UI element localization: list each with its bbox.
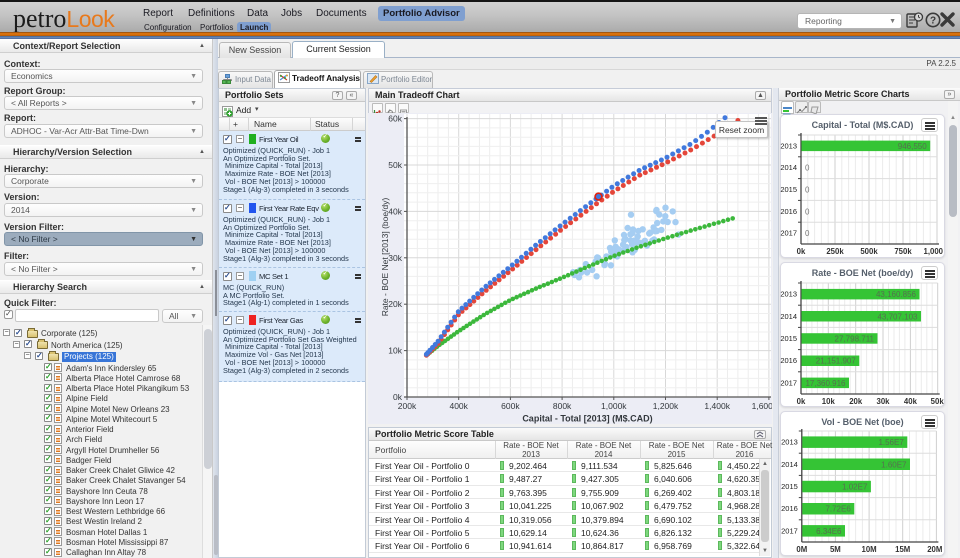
svg-text:1,000k: 1,000k [601, 401, 627, 411]
svg-text:600k: 600k [501, 401, 520, 411]
svg-text:10M: 10M [862, 545, 877, 554]
svg-text:40k: 40k [904, 397, 918, 406]
svg-text:2016: 2016 [780, 356, 797, 365]
svg-text:2014: 2014 [780, 312, 797, 321]
svg-text:21,151.907: 21,151.907 [816, 357, 857, 366]
svg-text:30k: 30k [388, 253, 402, 263]
svg-text:2013: 2013 [780, 141, 797, 150]
svg-text:15M: 15M [895, 545, 910, 554]
svg-text:1,000: 1,000 [923, 247, 943, 256]
svg-text:1.02E7: 1.02E7 [842, 483, 868, 492]
svg-text:?: ? [930, 16, 936, 27]
svg-text:2015: 2015 [780, 334, 797, 343]
svg-text:2017: 2017 [781, 526, 798, 535]
svg-text:0: 0 [805, 229, 810, 238]
svg-text:5M: 5M [830, 545, 841, 554]
svg-text:1,200k: 1,200k [653, 401, 679, 411]
svg-text:60k: 60k [388, 114, 402, 124]
svg-text:43,707.103: 43,707.103 [877, 312, 918, 321]
svg-text:0k: 0k [797, 397, 806, 406]
svg-text:0M: 0M [796, 545, 807, 554]
svg-text:1,400k: 1,400k [704, 401, 730, 411]
svg-text:1,600: 1,600 [752, 401, 772, 411]
svg-text:20k: 20k [849, 397, 863, 406]
svg-text:30k: 30k [876, 397, 890, 406]
svg-text:946,550: 946,550 [898, 142, 927, 151]
svg-text:750k: 750k [894, 247, 912, 256]
svg-text:1.56E7: 1.56E7 [878, 438, 904, 447]
svg-text:200k: 200k [398, 401, 417, 411]
svg-text:2014: 2014 [781, 460, 798, 469]
svg-text:2014: 2014 [780, 163, 797, 172]
svg-text:2015: 2015 [781, 482, 798, 491]
svg-text:43,160.856: 43,160.856 [876, 290, 917, 299]
svg-text:0k: 0k [797, 247, 806, 256]
svg-text:50k: 50k [931, 397, 944, 406]
svg-text:20M: 20M [927, 545, 942, 554]
svg-text:20k: 20k [388, 299, 402, 309]
svg-text:Rate - BOE Net [2013] (boe/dy): Rate - BOE Net [2013] (boe/dy) [380, 198, 390, 317]
svg-text:2015: 2015 [780, 185, 797, 194]
svg-text:10k: 10k [388, 346, 402, 356]
svg-text:400k: 400k [449, 401, 468, 411]
svg-text:0: 0 [805, 186, 810, 195]
svg-text:2017: 2017 [780, 229, 797, 238]
svg-text:50k: 50k [388, 160, 402, 170]
svg-text:0: 0 [805, 207, 810, 216]
svg-text:0: 0 [805, 164, 810, 173]
svg-text:10k: 10k [822, 397, 836, 406]
svg-text:6.34E6: 6.34E6 [816, 527, 842, 536]
svg-text:250k: 250k [826, 247, 844, 256]
svg-text:800k: 800k [553, 401, 572, 411]
svg-text:500k: 500k [860, 247, 878, 256]
svg-text:2016: 2016 [781, 504, 798, 513]
svg-text:27,798.711: 27,798.711 [835, 335, 875, 344]
svg-text:Capital - Total [2013] (M$.CAD: Capital - Total [2013] (M$.CAD) [522, 414, 652, 424]
svg-text:2017: 2017 [780, 378, 797, 387]
svg-text:17,360.916: 17,360.916 [805, 379, 846, 388]
svg-text:40k: 40k [388, 206, 402, 216]
svg-text:1.60E7: 1.60E7 [881, 460, 907, 469]
svg-text:7.72E6: 7.72E6 [825, 505, 851, 514]
svg-text:2016: 2016 [780, 207, 797, 216]
svg-text:2013: 2013 [781, 438, 798, 447]
svg-text:2013: 2013 [780, 290, 797, 299]
